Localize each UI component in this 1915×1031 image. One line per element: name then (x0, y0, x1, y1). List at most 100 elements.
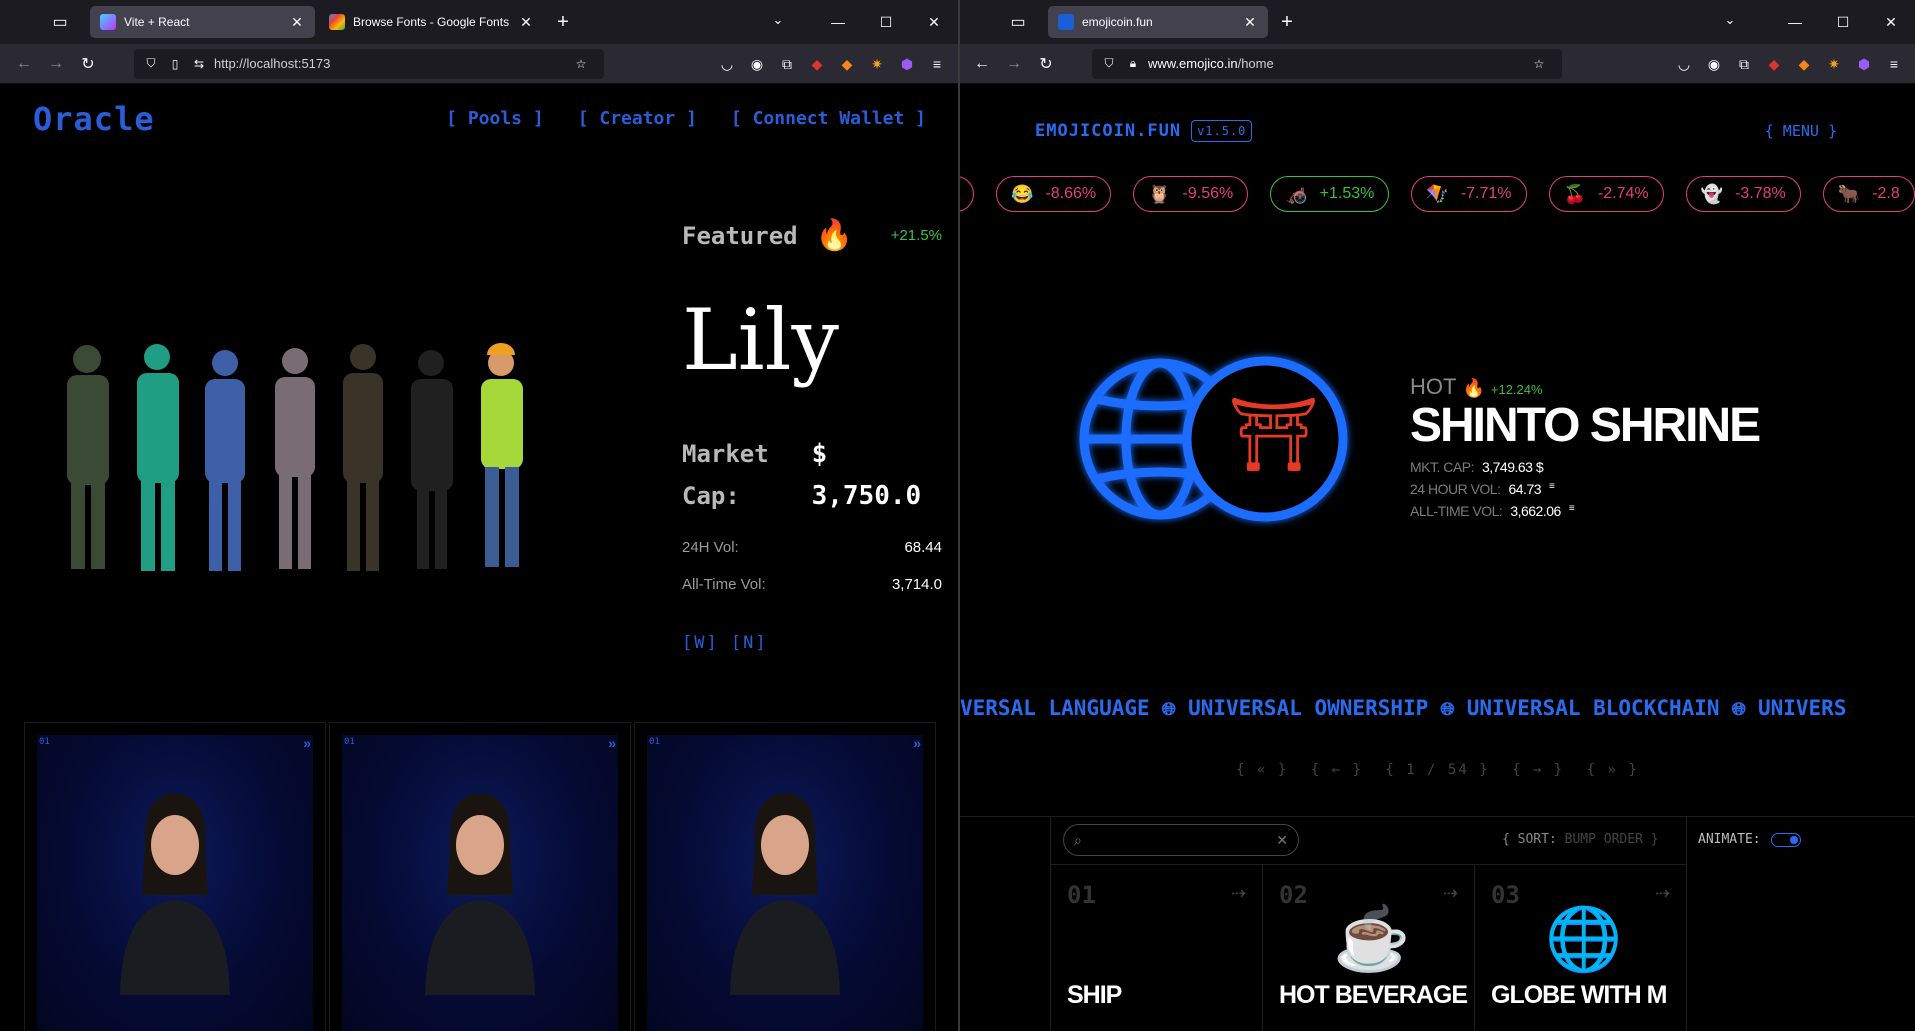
tab-list-icon[interactable]: ▭ (42, 6, 78, 38)
first-page-button[interactable]: { « } (1236, 762, 1288, 778)
app-logo[interactable]: EMOJICOIN.FUN v1.5.0 (1035, 120, 1253, 142)
coin-tile[interactable]: 02 ⇢ ☕ HOT BEVERAGE (1262, 865, 1474, 1031)
nav-creator[interactable]: [ Creator ] (578, 108, 697, 129)
account-icon[interactable]: ◉ (742, 48, 772, 80)
tab-google-fonts[interactable]: Browse Fonts - Google Fonts ✕ (319, 6, 544, 38)
pool-card[interactable]: 01 » (329, 722, 631, 1031)
new-tab-button[interactable]: + (1272, 7, 1302, 37)
close-window-button[interactable]: ✕ (1867, 0, 1915, 44)
ublock-icon[interactable]: ◆ (1759, 48, 1789, 80)
ticker-pill[interactable] (960, 176, 974, 212)
marquee-text: UNIVERS (1757, 696, 1847, 720)
toolbar-icons: ◡ ◉ ⧉ ◆ ◆ ✷ ⬢ ≡ (1669, 48, 1909, 80)
hot-change: +12.24% (1490, 382, 1543, 397)
pocket-icon[interactable]: ◡ (712, 48, 742, 80)
card-arrow-icon[interactable]: » (913, 735, 921, 751)
ticker-pill[interactable]: 🍒 -2.74% (1548, 176, 1664, 212)
card-arrow-icon[interactable]: » (303, 735, 311, 751)
chevron-down-icon[interactable]: ⌄ (1720, 12, 1740, 32)
maximize-button[interactable]: ☐ (862, 0, 910, 44)
featured-name[interactable]: Lily (682, 291, 942, 389)
ticker-pill[interactable]: 😂 -8.66% (996, 176, 1112, 212)
bookmark-star-icon[interactable]: ☆ (1530, 57, 1548, 71)
close-tab-icon[interactable]: ✕ (289, 14, 305, 31)
vol-24h-label: 24H Vol: (682, 539, 739, 556)
url-bar[interactable]: ⛉ ▯ ⇆ http://localhost:5173 ☆ (134, 48, 604, 79)
sort-dropdown[interactable]: { SORT: BUMP ORDER } (1502, 832, 1659, 847)
ticker-pill[interactable]: 🦽 +1.53% (1270, 176, 1390, 212)
metamask-icon[interactable]: ◆ (832, 48, 862, 80)
extensions-icon[interactable]: ⧉ (1729, 48, 1759, 80)
ticker-change: -2.8 (1872, 185, 1900, 202)
mkt-cap-row: MKT. CAP: 3,749.63 $ (1410, 459, 1759, 475)
ticker-pill[interactable]: 🪁 -7.71% (1411, 176, 1527, 212)
pocket-icon[interactable]: ◡ (1669, 48, 1699, 80)
ticker-change: -8.66% (1045, 185, 1097, 202)
extension-sun-icon[interactable]: ✷ (862, 48, 892, 80)
tab-list-icon[interactable]: ▭ (1000, 6, 1036, 38)
clear-search-icon[interactable]: ✕ (1276, 832, 1288, 849)
reload-button[interactable]: ↻ (1030, 48, 1062, 80)
search-input[interactable]: ⌕ ✕ (1063, 824, 1299, 856)
ublock-icon[interactable]: ◆ (802, 48, 832, 80)
animate-toggle[interactable] (1770, 832, 1801, 847)
all-time-vol-row: All-Time Vol: 3,714.0 (682, 576, 942, 593)
tab-label: Browse Fonts - Google Fonts (353, 15, 510, 29)
characters-group-image (67, 343, 523, 571)
shinto-shrine-icon: ⛩ (1228, 395, 1320, 475)
ticker-pill[interactable]: 🦉 -9.56% (1133, 176, 1249, 212)
menu-icon[interactable]: ≡ (1879, 48, 1909, 80)
menu-icon[interactable]: ≡ (922, 48, 952, 80)
prev-page-button[interactable]: { ← } (1311, 762, 1363, 778)
vite-icon (100, 14, 116, 30)
minimize-button[interactable]: — (1771, 0, 1819, 44)
minimize-button[interactable]: — (814, 0, 862, 44)
window-controls: — ☐ ✕ (1771, 0, 1915, 44)
ticker-pill[interactable]: 👻 -3.78% (1685, 176, 1801, 212)
nav-bar: ← → ↻ ⛉ 🔒︎ www.emojico.in/home ☆ ◡ ◉ ⧉ ◆… (960, 44, 1915, 84)
next-page-button[interactable]: { → } (1512, 762, 1564, 778)
tab-vite-react[interactable]: Vite + React ✕ (90, 6, 315, 38)
coin-tile[interactable]: 03 ⇢ 🌐 GLOBE WITH M (1474, 865, 1686, 1031)
app-logo[interactable]: Oracle (33, 100, 155, 138)
featured-links[interactable]: [W] [N] (682, 633, 942, 653)
maximize-button[interactable]: ☐ (1819, 0, 1867, 44)
tab-emojicoin[interactable]: emojicoin.fun ✕ (1048, 6, 1268, 38)
coin-tile[interactable]: 01 ⇢ 🛳 SHIP (1050, 865, 1262, 1031)
nav-pools[interactable]: [ Pools ] (446, 108, 544, 129)
reload-button[interactable]: ↻ (72, 48, 104, 80)
bookmark-star-icon[interactable]: ☆ (572, 57, 590, 71)
hot-coin-name[interactable]: SHINTO SHRINE (1410, 398, 1761, 453)
card-arrow-icon[interactable]: » (608, 735, 616, 751)
ticker-pill[interactable]: 🐂 -2.8 (1822, 176, 1915, 212)
featured-panel: Featured 🔥 +21.5% Lily Market Cap: $ 3,7… (682, 218, 942, 653)
fire-icon: 🔥 (815, 219, 853, 252)
url-bar[interactable]: ⛉ 🔒︎ www.emojico.in/home ☆ (1092, 48, 1562, 79)
extension-sun-icon[interactable]: ✷ (1819, 48, 1849, 80)
back-button[interactable]: ← (8, 48, 40, 80)
close-tab-icon[interactable]: ✕ (1242, 14, 1258, 31)
chevron-down-icon[interactable]: ⌄ (768, 12, 788, 32)
pool-card[interactable]: 01 » (634, 722, 936, 1031)
browser-window-right: ▭ emojicoin.fun ✕ + ⌄ — ☐ ✕ ← → ↻ ⛉ 🔒︎ w… (960, 0, 1915, 1031)
new-tab-button[interactable]: + (548, 7, 578, 37)
nav-connect-wallet[interactable]: [ Connect Wallet ] (731, 108, 926, 129)
extension-hex-icon[interactable]: ⬢ (1849, 48, 1879, 80)
extensions-icon[interactable]: ⧉ (772, 48, 802, 80)
desktop: ▭ Vite + React ✕ Browse Fonts - Google F… (0, 0, 1915, 1031)
all-time-vol-label: ALL-TIME VOL: (1410, 503, 1503, 519)
extension-hex-icon[interactable]: ⬢ (892, 48, 922, 80)
forward-button[interactable]: → (40, 48, 72, 80)
metamask-icon[interactable]: ◆ (1789, 48, 1819, 80)
coin-tiles: 01 ⇢ 🛳 SHIP 02 ⇢ ☕ HOT BEVERAGE 03 ⇢ 🌐 G… (1050, 864, 1686, 1031)
forward-button[interactable]: → (998, 48, 1030, 80)
pool-card[interactable]: 01 » (24, 722, 326, 1031)
back-button[interactable]: ← (966, 48, 998, 80)
last-page-button[interactable]: { » } (1587, 762, 1639, 778)
close-tab-icon[interactable]: ✕ (518, 14, 534, 31)
close-window-button[interactable]: ✕ (910, 0, 958, 44)
hot-coin-graphic[interactable]: ⛩ (1070, 349, 1360, 529)
menu-button[interactable]: { MENU } (1765, 122, 1837, 140)
url-text: www.emojico.in/home (1148, 56, 1530, 71)
account-icon[interactable]: ◉ (1699, 48, 1729, 80)
